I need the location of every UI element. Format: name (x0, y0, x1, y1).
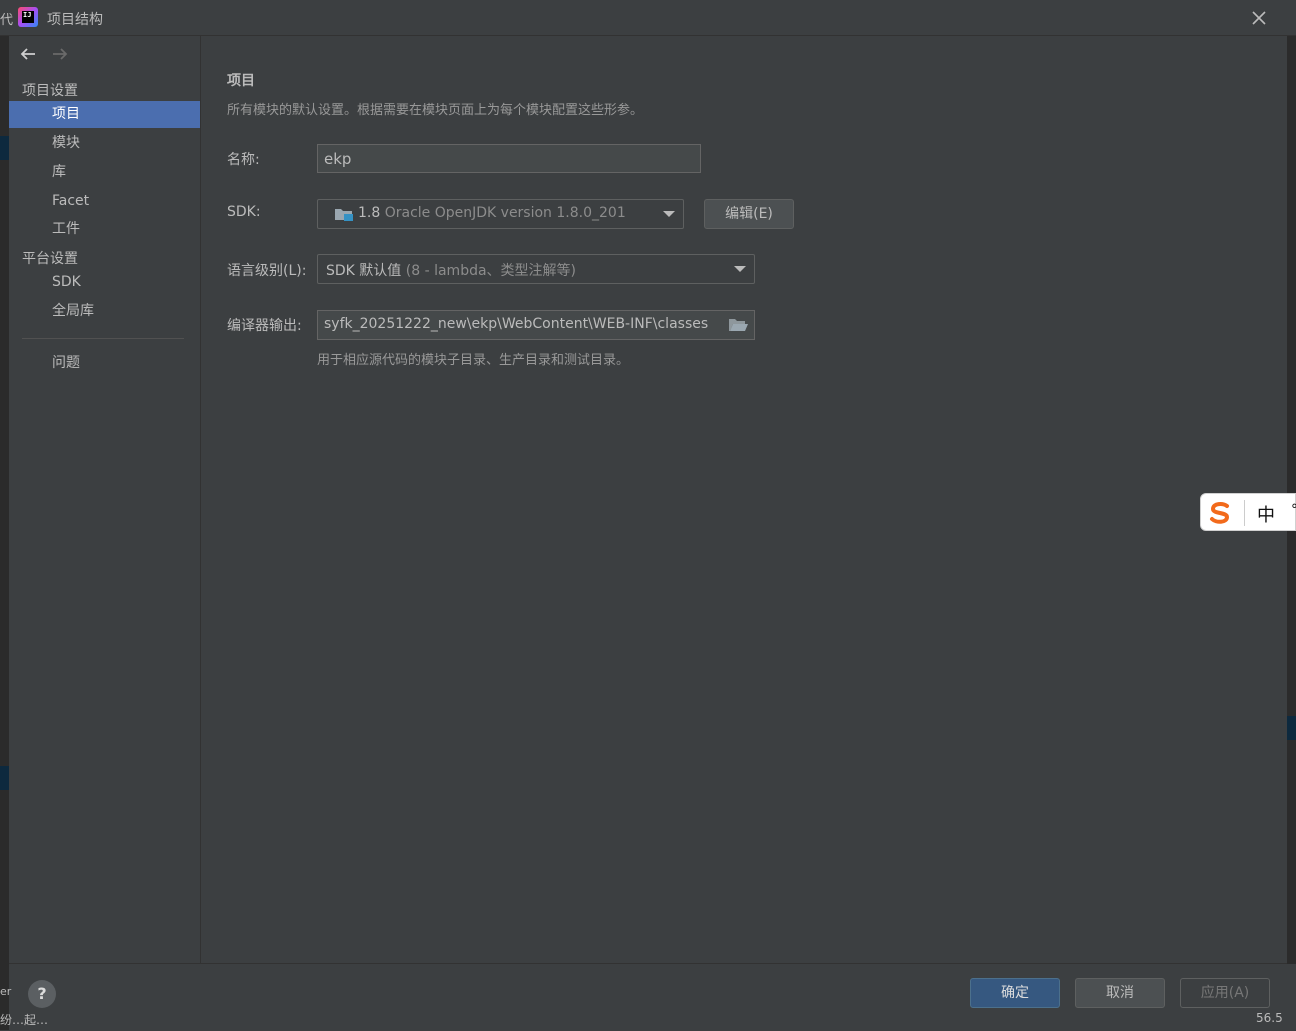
back-arrow-icon[interactable] (18, 44, 38, 64)
chevron-down-icon (734, 266, 746, 272)
sidebar-item-modules[interactable]: 模块 (9, 130, 200, 157)
group-platform-settings: 平台设置 (22, 251, 78, 267)
background-selection (0, 136, 9, 160)
sidebar-divider (22, 338, 184, 339)
background-selection (1287, 716, 1296, 740)
compiler-output-value: syfk_20251222_new\ekp\WebContent\WEB-INF… (324, 316, 709, 332)
background-selection (0, 766, 9, 790)
window-title: 项目结构 (47, 12, 103, 28)
sidebar-item-artifacts[interactable]: 工件 (9, 216, 200, 243)
sidebar-item-libraries[interactable]: 库 (9, 159, 200, 186)
title-bar (0, 0, 1296, 36)
page-description: 所有模块的默认设置。根据需要在模块页面上为每个模块配置这些形参。 (227, 103, 644, 118)
close-icon[interactable] (1248, 7, 1270, 29)
sidebar-item-problems[interactable]: 问题 (9, 350, 200, 377)
language-level-select[interactable]: SDK 默认值 (8 - lambda、类型注解等) (317, 254, 755, 284)
background-clipped-text: 纷…起… (0, 1013, 49, 1027)
language-level-detail: (8 - lambda、类型注解等) (405, 263, 577, 279)
language-level-label: 语言级别(L): (227, 263, 307, 279)
compiler-output-label: 编译器输出: (227, 318, 302, 334)
sidebar-item-sdk[interactable]: SDK (9, 269, 200, 296)
compiler-output-hint: 用于相应源代码的模块子目录、生产目录和测试目录。 (317, 353, 630, 368)
page-title: 项目 (227, 73, 255, 89)
browse-folder-icon[interactable] (727, 315, 749, 335)
chevron-down-icon (663, 211, 675, 217)
sdk-label: SDK: (227, 204, 261, 220)
project-name-input[interactable] (317, 144, 701, 173)
name-label: 名称: (227, 152, 260, 168)
help-button[interactable]: ? (28, 980, 56, 1008)
background-clipped-text: er (0, 985, 12, 998)
apply-button[interactable]: 应用(A) (1180, 978, 1270, 1008)
cancel-button[interactable]: 取消 (1075, 978, 1165, 1008)
sdk-select[interactable]: 1.8 Oracle OpenJDK version 1.8.0_201 (317, 199, 684, 229)
ime-punctuation-icon[interactable]: ° (1291, 502, 1296, 518)
intellij-idea-icon: IJ (18, 7, 38, 27)
compiler-output-input[interactable]: syfk_20251222_new\ekp\WebContent\WEB-INF… (317, 310, 755, 340)
language-level-value: SDK 默认值 (326, 263, 402, 279)
background-clipped-text: 代 (0, 13, 14, 28)
sidebar-item-global-libraries[interactable]: 全局库 (9, 298, 200, 325)
main-panel (201, 36, 1287, 963)
sdk-version: 1.8 (358, 205, 381, 221)
sogou-ime-icon (1207, 500, 1233, 526)
forward-arrow-icon[interactable] (50, 44, 70, 64)
group-project-settings: 项目设置 (22, 83, 78, 99)
ok-button[interactable]: 确定 (970, 978, 1060, 1008)
sdk-detail: Oracle OpenJDK version 1.8.0_201 (384, 205, 626, 221)
sidebar-item-project[interactable]: 项目 (9, 101, 200, 128)
sdk-edit-button[interactable]: 编辑(E) (704, 199, 794, 229)
sidebar-item-facets[interactable]: Facet (9, 188, 200, 215)
ime-mode[interactable]: 中 (1257, 501, 1275, 527)
ime-toolbar[interactable]: 中 ° (1200, 493, 1296, 531)
background-clipped-text: 56.5 (1256, 1011, 1283, 1025)
folder-icon (334, 206, 354, 226)
